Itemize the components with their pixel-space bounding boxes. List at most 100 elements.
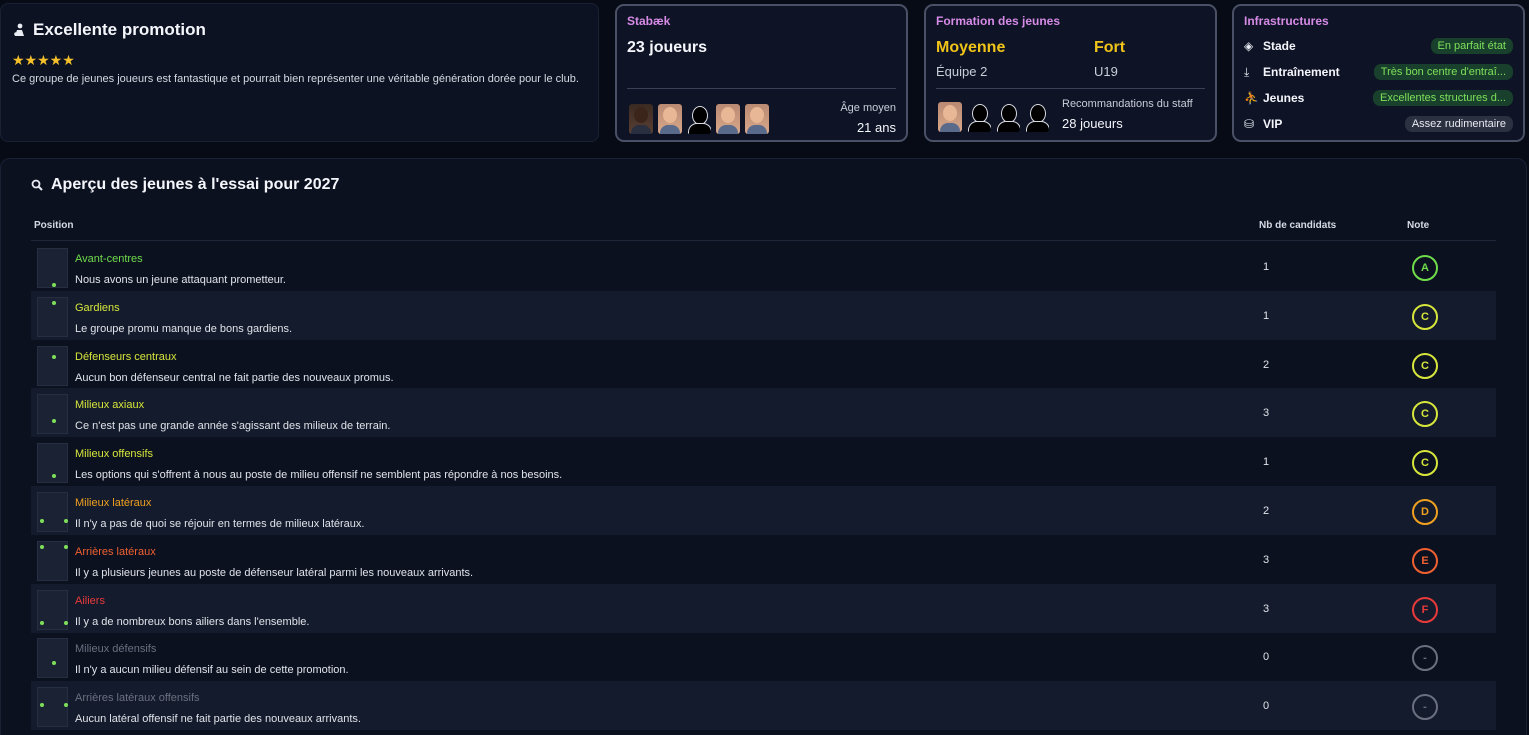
pitch-position-icon (37, 687, 68, 728)
player-silhouette-avatar[interactable] (1025, 102, 1049, 132)
table-row[interactable]: Milieux axiaux Ce n'est pas une grande an… (31, 388, 1496, 438)
infra-row-youth: ⛹ Jeunes Excellentes structures d... (1244, 88, 1513, 108)
infrastructure-card[interactable]: Infrastructures ◈ Stade En parfait état … (1232, 4, 1525, 142)
candidate-count: 2 (1263, 358, 1270, 371)
grade-badge: C (1412, 401, 1438, 428)
club-avatars (629, 104, 769, 134)
team2-label: Équipe 2 (936, 64, 988, 79)
position-description: Il n'y a pas de quoi se réjouir en terme… (75, 518, 365, 530)
position-description: Il y a plusieurs jeunes au poste de défe… (75, 566, 474, 579)
infra-label: VIP (1263, 117, 1283, 131)
player-silhouette-avatar[interactable] (687, 104, 711, 134)
pitch-position-icon (37, 248, 68, 288)
youth-training-title: Formation des jeunes (936, 14, 1061, 28)
table-row[interactable]: Milieux défensifs Il n'y a aucun milieu d… (31, 632, 1496, 681)
staff-recommendations-label: Recommandations du staff (1062, 98, 1193, 110)
position-description: Le groupe promu manque de bons gardiens. (75, 322, 293, 335)
player-avatar[interactable] (658, 104, 682, 134)
position-name: Milieux offensifs (75, 448, 154, 461)
table-row[interactable]: Ailiers Il y a de nombreux bons ailiers d… (31, 583, 1496, 633)
infra-row-stadium: ◈ Stade En parfait état (1244, 36, 1513, 56)
position-dot (52, 354, 56, 359)
grade-badge: - (1412, 694, 1438, 721)
position-dot (52, 283, 56, 287)
position-dot (40, 703, 44, 708)
header-divider (31, 240, 1496, 241)
pitch-position-icon (37, 492, 68, 532)
player-avatar[interactable] (629, 104, 653, 134)
club-player-count: 23 joueurs (627, 39, 708, 56)
pitch-position-icon (37, 589, 68, 630)
grade-badge: E (1412, 547, 1438, 574)
table-row[interactable]: Défenseurs centraux Aucun bon défenseur c… (31, 340, 1496, 389)
youth-icon: ⛹ (1244, 91, 1259, 105)
promotion-title: Excellente promotion (33, 20, 206, 39)
grade-badge: C (1412, 303, 1438, 330)
avg-age-value: 21 ans (856, 120, 896, 135)
vip-icon: ⛁ (1244, 117, 1255, 131)
candidate-count: 2 (1263, 505, 1270, 517)
youth-training-card[interactable]: Formation des jeunes Moyenne Fort Équipe… (924, 4, 1217, 142)
table-row[interactable]: Arrières latéraux Il y a plusieurs jeunes… (31, 535, 1496, 584)
position-dot (52, 419, 56, 424)
overview-title: Aperçu des jeunes à l'essai pour 2027 (51, 176, 340, 193)
club-name: Stabæk (627, 14, 671, 28)
pitch-position-icon (37, 345, 68, 386)
player-avatar[interactable] (938, 102, 962, 132)
staff-recommendations-value: 28 joueurs (1062, 116, 1123, 131)
pitch-position-icon (37, 638, 68, 679)
stadium-icon: ◈ (1244, 39, 1254, 53)
candidate-count: 3 (1263, 553, 1270, 566)
position-description: Il y a de nombreux bons ailiers dans l'e… (75, 615, 310, 628)
infra-row-training: ⤓ Entraînement Très bon centre d'entraî.… (1244, 62, 1513, 82)
grade-badge: - (1412, 645, 1438, 672)
position-description: Aucun latéral offensif ne fait partie de… (75, 713, 361, 726)
position-dot (64, 620, 68, 625)
candidate-count: 1 (1263, 309, 1270, 322)
infra-row-vip: ⛁ VIP Assez rudimentaire (1244, 114, 1513, 134)
promotion-panel: Excellente promotion ★★★★★ Ce groupe de … (0, 3, 599, 142)
position-dot (52, 474, 56, 479)
position-description: Ce n'est pas une grande année s'agissant… (75, 420, 391, 433)
position-name: Ailiers (75, 594, 105, 607)
u19-training-level: Fort (1094, 39, 1126, 56)
table-row[interactable]: Gardiens Le groupe promu manque de bons g… (31, 290, 1496, 340)
team2-training-level: Moyenne (936, 39, 1006, 56)
club-card[interactable]: Stabæk 23 joueurs Âge moyen 21 ans (615, 4, 908, 142)
position-name: Gardiens (75, 301, 120, 314)
search-icon (31, 179, 43, 191)
table-row[interactable]: Milieux latéraux Il n'y a pas de quoi se … (31, 486, 1496, 535)
table-row[interactable]: Avant-centres Nous avons un jeune attaqua… (31, 242, 1496, 291)
column-header-grade[interactable]: Note (1407, 220, 1429, 231)
table-row[interactable]: Arrières latéraux offensifs Aucun latéral… (31, 681, 1496, 731)
position-name: Milieux défensifs (75, 643, 157, 656)
position-name: Défenseurs centraux (75, 350, 177, 363)
position-dot (64, 519, 68, 523)
pitch-position-icon (37, 443, 68, 484)
position-name: Arrières latéraux (75, 545, 156, 558)
position-description: Nous avons un jeune attaquant prometteur… (75, 274, 286, 286)
training-icon: ⤓ (1244, 64, 1250, 79)
grade-badge: C (1412, 450, 1438, 477)
pitch-position-icon (37, 394, 68, 435)
candidate-count: 1 (1263, 456, 1270, 469)
player-avatar[interactable] (716, 104, 740, 134)
grade-badge: F (1412, 596, 1438, 623)
column-header-position[interactable]: Position (34, 220, 73, 231)
grade-badge: C (1412, 352, 1438, 379)
pitch-position-icon (37, 296, 68, 337)
promotion-description: Ce groupe de jeunes joueurs est fantasti… (12, 73, 579, 85)
position-dot (64, 703, 68, 708)
infra-status-badge: Excellentes structures d... (1373, 90, 1513, 106)
staff-avatars (938, 102, 1049, 132)
candidate-count: 1 (1263, 261, 1270, 273)
table-row[interactable]: Milieux offensifs Les options qui s'offre… (31, 437, 1496, 486)
grade-badge: D (1412, 499, 1438, 525)
promotion-title-row: Excellente promotion (13, 20, 206, 40)
player-silhouette-avatar[interactable] (996, 102, 1020, 132)
position-description: Aucun bon défenseur central ne fait part… (75, 371, 394, 384)
player-avatar[interactable] (745, 104, 769, 134)
column-header-count[interactable]: Nb de candidats (1259, 220, 1336, 231)
player-silhouette-avatar[interactable] (967, 102, 991, 132)
u19-label: U19 (1094, 64, 1118, 79)
